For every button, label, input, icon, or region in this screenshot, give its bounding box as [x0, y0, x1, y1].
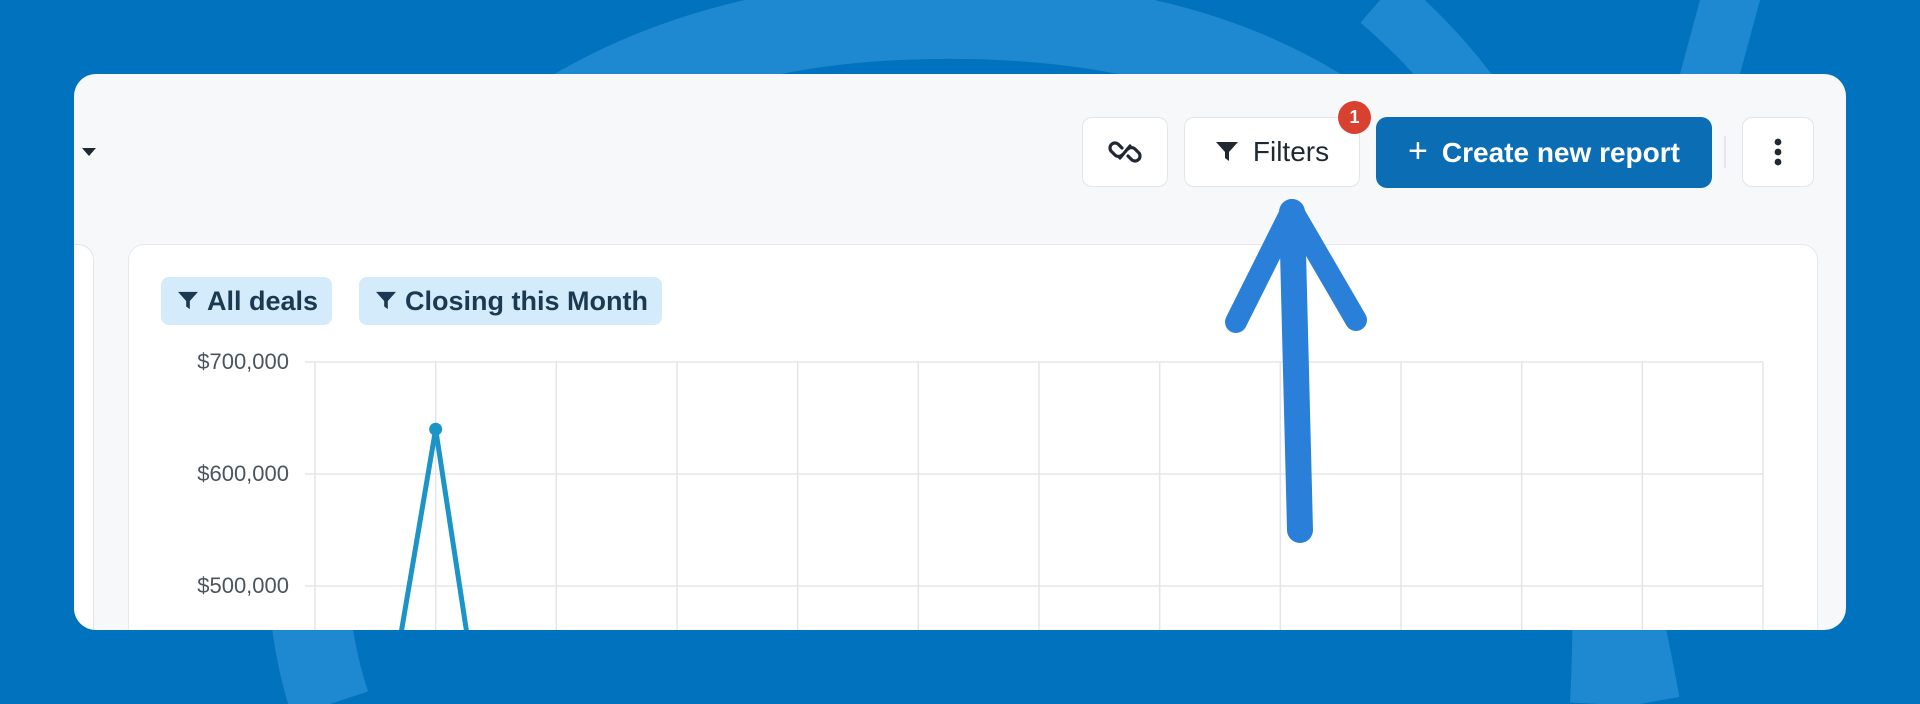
annotation-arrow: [1225, 199, 1367, 543]
